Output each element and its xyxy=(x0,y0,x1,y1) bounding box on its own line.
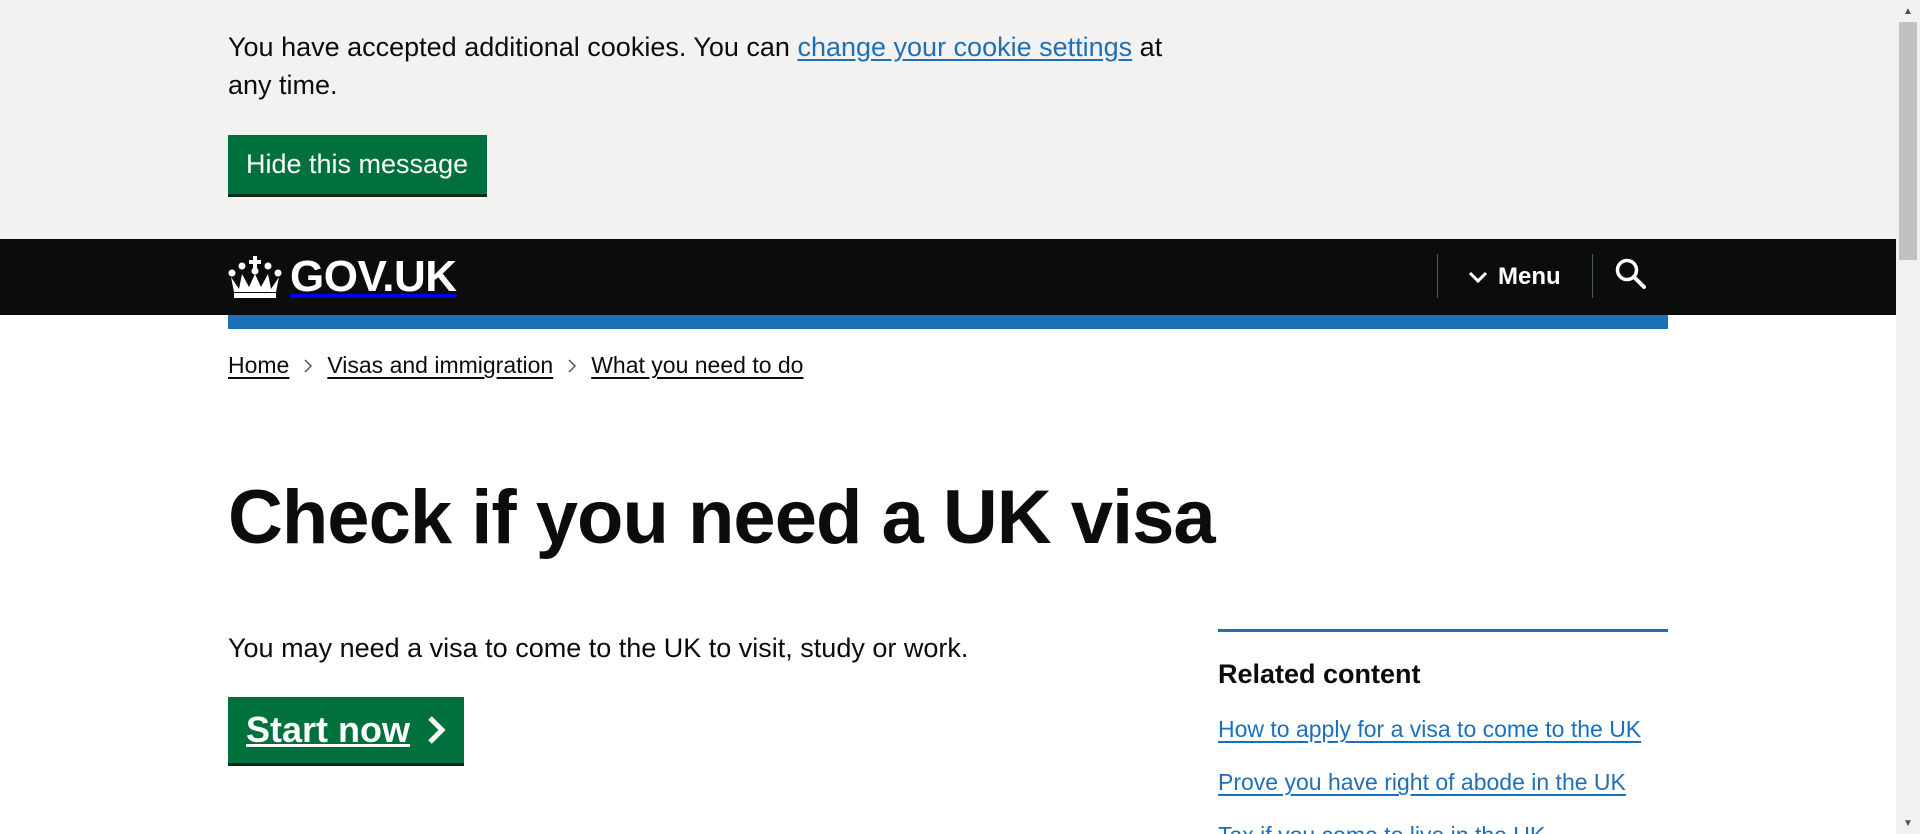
start-now-button[interactable]: Start now xyxy=(228,697,464,763)
cookie-banner: You have accepted additional cookies. Yo… xyxy=(0,0,1896,239)
cookie-text-before: You have accepted additional cookies. Yo… xyxy=(228,32,798,62)
breadcrumb-what-you-need-to-do[interactable]: What you need to do xyxy=(591,352,803,379)
chevron-down-icon xyxy=(1468,271,1488,284)
breadcrumb: Home Visas and immigration What you need… xyxy=(228,352,803,379)
menu-button[interactable]: Menu xyxy=(1468,255,1561,299)
logo-text: GOV.UK xyxy=(290,252,457,301)
scroll-down-arrow-icon[interactable]: ▼ xyxy=(1896,812,1920,834)
search-button[interactable] xyxy=(1614,257,1654,297)
hide-message-button[interactable]: Hide this message xyxy=(228,135,487,194)
related-content-rule xyxy=(1218,629,1668,632)
chevron-right-icon xyxy=(428,716,446,744)
site-header: GOV.UK Menu xyxy=(0,239,1896,315)
related-link[interactable]: Prove you have right of abode in the UK xyxy=(1218,766,1626,798)
page: You have accepted additional cookies. Yo… xyxy=(0,0,1896,834)
govuk-logo-link[interactable]: GOV.UK xyxy=(228,253,457,301)
cookie-settings-link[interactable]: change your cookie settings xyxy=(797,32,1132,62)
breadcrumb-visas-and-immigration[interactable]: Visas and immigration xyxy=(327,352,553,379)
header-divider xyxy=(1437,254,1438,298)
related-link[interactable]: Tax if you come to live in the UK xyxy=(1218,819,1545,834)
header-blue-bar xyxy=(228,315,1668,329)
related-content-heading: Related content xyxy=(1218,659,1421,689)
related-link[interactable]: How to apply for a visa to come to the U… xyxy=(1218,713,1641,745)
scroll-up-arrow-icon[interactable]: ▲ xyxy=(1896,0,1920,22)
start-now-label: Start now xyxy=(246,709,411,750)
lead-paragraph: You may need a visa to come to the UK to… xyxy=(228,633,969,663)
scroll-thumb[interactable] xyxy=(1899,22,1917,260)
cookie-message: You have accepted additional cookies. Yo… xyxy=(228,28,1188,104)
chevron-right-icon xyxy=(553,356,591,376)
page-title: Check if you need a UK visa xyxy=(228,475,1216,560)
crown-icon xyxy=(228,256,282,298)
chevron-right-icon xyxy=(289,356,327,376)
menu-label: Menu xyxy=(1498,263,1561,290)
header-divider xyxy=(1592,254,1593,298)
search-icon xyxy=(1615,258,1646,289)
vertical-scrollbar[interactable]: ▲ ▼ xyxy=(1896,0,1920,834)
breadcrumb-home[interactable]: Home xyxy=(228,352,289,379)
